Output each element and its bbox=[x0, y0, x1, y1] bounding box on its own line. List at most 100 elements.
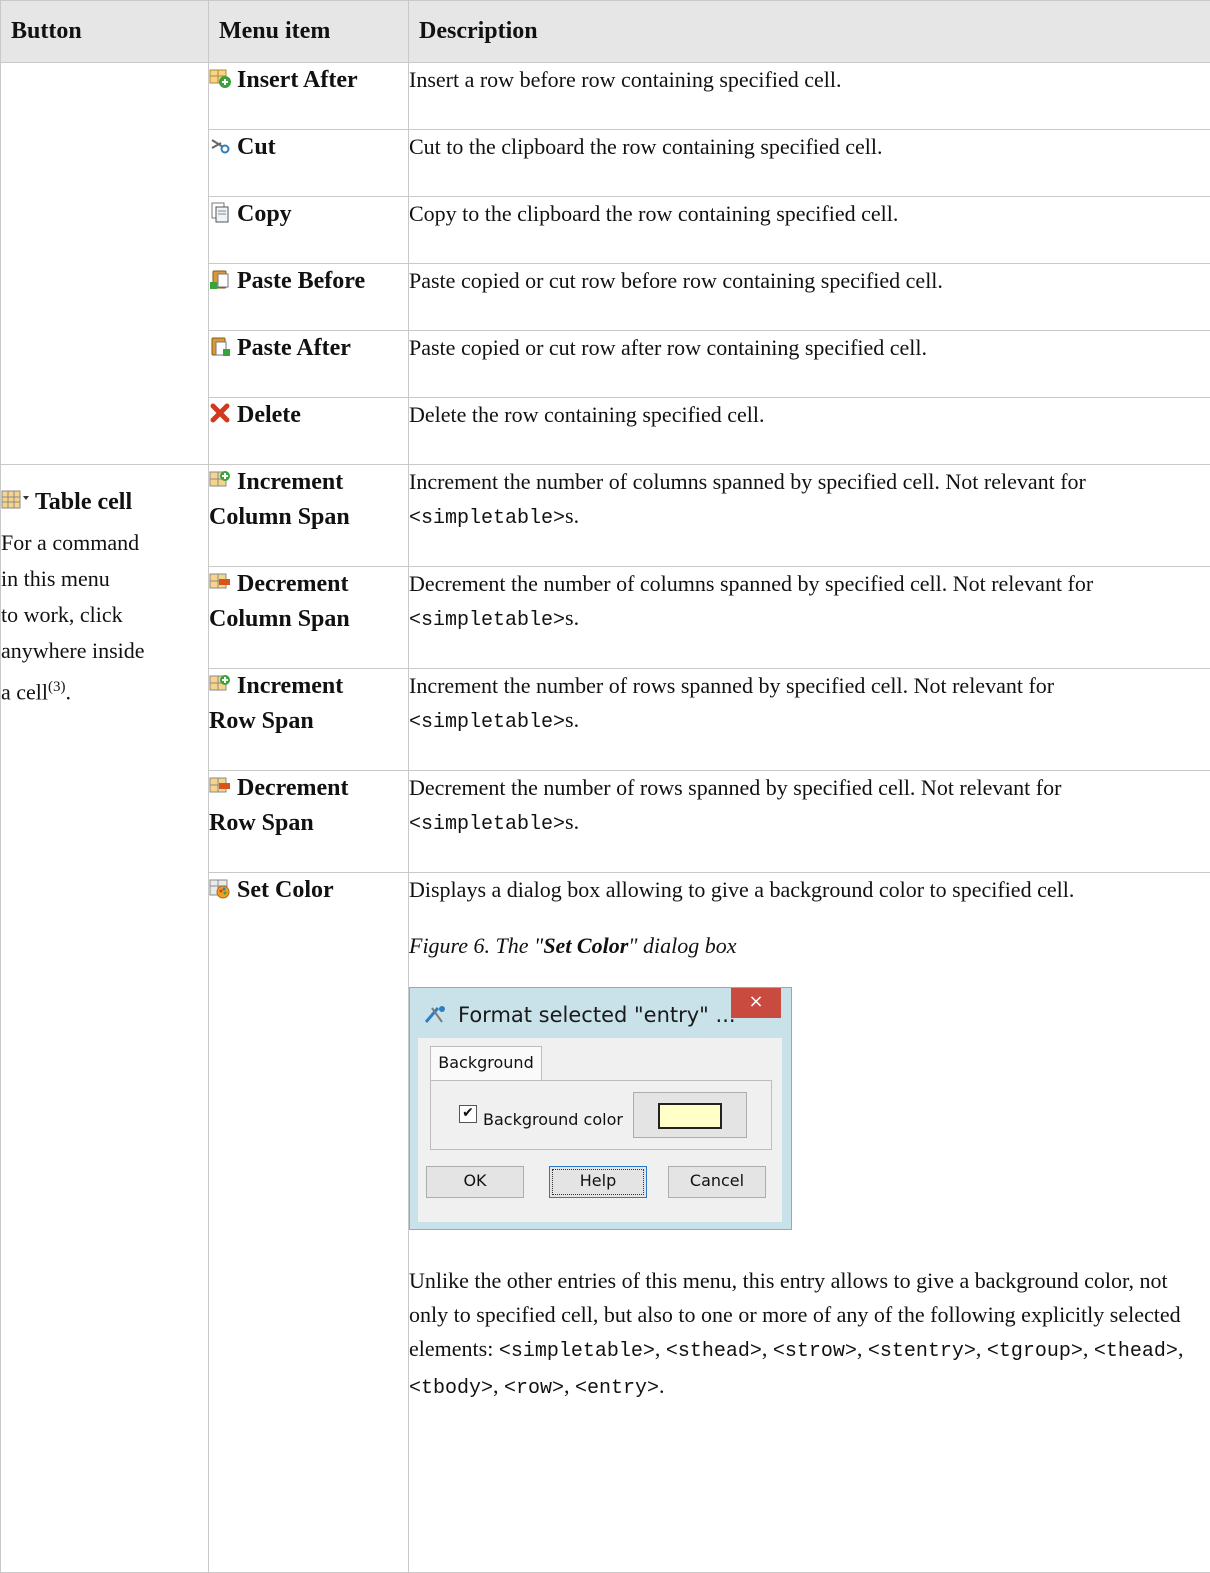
description-cell: Increment the number of rows spanned by … bbox=[409, 669, 1210, 771]
description-cell: Paste copied or cut row before row conta… bbox=[409, 264, 1210, 331]
menu-item-copy: Copy bbox=[209, 197, 409, 264]
close-button[interactable]: × bbox=[731, 988, 781, 1018]
app-logo-icon bbox=[424, 1004, 448, 1024]
description-cell: Decrement the number of columns spanned … bbox=[409, 567, 1210, 669]
menu-item-label: Delete bbox=[237, 402, 301, 428]
menu-item-label: Increment bbox=[237, 469, 343, 495]
description-text: . bbox=[66, 679, 72, 704]
element-code: <sthead> bbox=[666, 1340, 762, 1363]
description-text: Decrement the number of rows spanned by … bbox=[409, 775, 1061, 800]
ok-button[interactable]: OK bbox=[426, 1166, 524, 1198]
element-code: <simpletable> bbox=[409, 711, 565, 734]
checkbox-label: Background color bbox=[483, 1103, 623, 1137]
description-text: s. bbox=[565, 707, 579, 732]
header-menu-item: Menu item bbox=[209, 1, 409, 63]
unlike-paragraph: Unlike the other entries of this menu, t… bbox=[409, 1264, 1210, 1406]
description-cell: Paste copied or cut row after row contai… bbox=[409, 331, 1210, 398]
caption-text: Figure 6. The " bbox=[409, 933, 543, 958]
menu-item-label: Insert After bbox=[237, 67, 358, 93]
paragraph-text: . bbox=[659, 1373, 665, 1398]
description-cell: Increment the number of columns spanned … bbox=[409, 465, 1210, 567]
header-description: Description bbox=[409, 1, 1210, 63]
table-cell-button-cell: Table cell For a command in this menu to… bbox=[1, 465, 209, 1573]
table-cell-button-label: Table cell bbox=[35, 489, 132, 515]
figure-caption: Figure 6. The "Set Color" dialog box bbox=[409, 929, 1210, 963]
element-code: <stentry> bbox=[868, 1340, 976, 1363]
set-color-icon bbox=[209, 877, 231, 899]
menu-item-increment-column-span: Increment Column Span bbox=[209, 465, 409, 567]
paste-before-icon bbox=[209, 268, 231, 290]
description-cell: Cut to the clipboard the row containing … bbox=[409, 130, 1210, 197]
menu-item-label: Column Span bbox=[209, 504, 350, 530]
element-code: <thead> bbox=[1094, 1340, 1178, 1363]
menu-item-label: Paste Before bbox=[237, 268, 365, 294]
help-button[interactable]: Help bbox=[549, 1166, 647, 1198]
description-line: to work, click bbox=[1, 597, 208, 633]
menu-item-paste-before: Paste Before bbox=[209, 264, 409, 331]
description-text: a cell bbox=[1, 679, 48, 704]
element-code: <simpletable> bbox=[499, 1340, 655, 1363]
menu-item-delete: Delete bbox=[209, 398, 409, 465]
cut-icon bbox=[209, 134, 231, 156]
header-button: Button bbox=[1, 1, 209, 63]
element-list: <simpletable>, <sthead>, <strow>, <stent… bbox=[409, 1336, 1183, 1398]
description-text: Increment the number of rows spanned by … bbox=[409, 673, 1054, 698]
element-code: <simpletable> bbox=[409, 609, 565, 632]
tab-content: ✔ Background color bbox=[430, 1080, 772, 1150]
decrement-column-span-icon bbox=[209, 571, 231, 593]
color-picker-button[interactable] bbox=[633, 1092, 747, 1138]
color-swatch bbox=[658, 1103, 722, 1129]
menu-item-set-color: Set Color bbox=[209, 873, 409, 1573]
menu-item-label: Cut bbox=[237, 134, 276, 160]
element-code: <strow> bbox=[773, 1340, 857, 1363]
description-text: s. bbox=[565, 809, 579, 834]
caption-bold: Set Color bbox=[543, 933, 628, 958]
table-cell-icon bbox=[1, 489, 31, 511]
menu-item-label: Paste After bbox=[237, 335, 351, 361]
menu-item-label: Row Span bbox=[209, 810, 314, 836]
element-code: <entry> bbox=[575, 1377, 659, 1400]
menu-item-increment-row-span: IncrementRow Span bbox=[209, 669, 409, 771]
copy-icon bbox=[209, 201, 231, 223]
tab-background[interactable]: Background bbox=[430, 1046, 542, 1081]
description-line: For a command bbox=[1, 525, 208, 561]
description-text: Increment the number of columns spanned … bbox=[409, 469, 1086, 494]
menu-item-decrement-column-span: Decrement Column Span bbox=[209, 567, 409, 669]
description-text: s. bbox=[565, 503, 579, 528]
table-cell-button-description: For a command in this menu to work, clic… bbox=[1, 525, 208, 710]
description-cell: Insert a row before row containing speci… bbox=[409, 63, 1210, 130]
row-button-cell bbox=[1, 63, 209, 465]
menu-item-insert-after: Insert After bbox=[209, 63, 409, 130]
menu-item-cut: Cut bbox=[209, 130, 409, 197]
increment-column-span-icon bbox=[209, 469, 231, 491]
background-color-checkbox[interactable]: ✔ bbox=[459, 1105, 477, 1123]
cancel-button[interactable]: Cancel bbox=[668, 1166, 766, 1198]
delete-icon bbox=[209, 402, 231, 424]
caption-text: " dialog box bbox=[628, 933, 736, 958]
dialog-title: Format selected "entry" ... bbox=[458, 998, 736, 1032]
decrement-row-span-icon bbox=[209, 775, 231, 797]
table-row: Table cell For a command in this menu to… bbox=[1, 465, 1210, 567]
menu-item-label: Column Span bbox=[209, 606, 350, 632]
dialog-body: Background ✔ Background color OK Help Ca… bbox=[418, 1038, 782, 1222]
element-code: <simpletable> bbox=[409, 813, 565, 836]
menu-item-paste-after: Paste After bbox=[209, 331, 409, 398]
description-cell: Decrement the number of rows spanned by … bbox=[409, 771, 1210, 873]
footnote-link[interactable]: (3) bbox=[48, 679, 66, 695]
description-line: anywhere inside bbox=[1, 633, 208, 669]
insert-after-icon bbox=[209, 67, 231, 89]
description-text: Decrement the number of columns spanned … bbox=[409, 571, 1093, 596]
menu-item-label: Copy bbox=[237, 201, 292, 227]
element-code: <tbody> bbox=[409, 1377, 493, 1400]
description-line: in this menu bbox=[1, 561, 208, 597]
element-code: <simpletable> bbox=[409, 507, 565, 530]
paste-after-icon bbox=[209, 335, 231, 357]
table-cell-button[interactable]: Table cell bbox=[1, 487, 208, 517]
description-text: s. bbox=[565, 605, 579, 630]
menu-item-label: Row Span bbox=[209, 708, 314, 734]
menu-item-label: Decrement bbox=[237, 775, 349, 801]
element-code: <row> bbox=[504, 1377, 564, 1400]
description-line: a cell(3). bbox=[1, 669, 208, 710]
menu-item-label: Set Color bbox=[237, 877, 334, 903]
menu-item-label: Decrement bbox=[237, 571, 349, 597]
